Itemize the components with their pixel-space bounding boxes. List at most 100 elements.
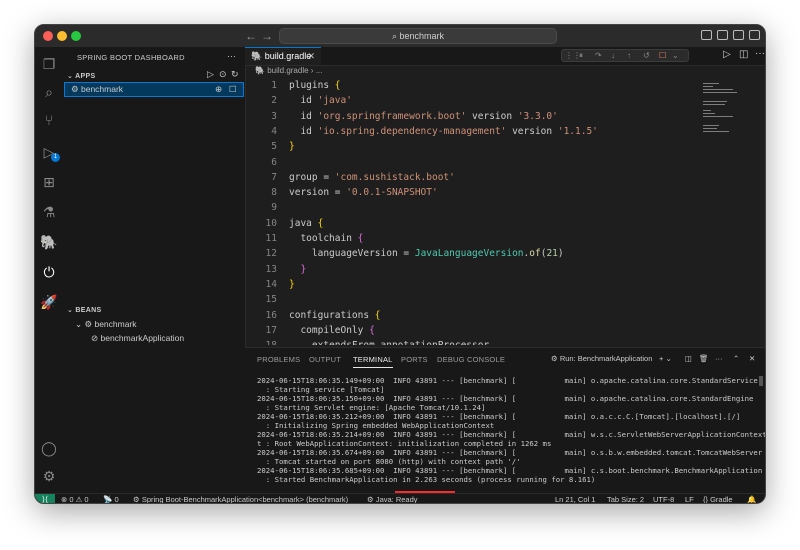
line-content: toolchain { [289, 233, 364, 244]
code-line[interactable]: 11 toolchain { [245, 231, 765, 246]
more-actions-icon[interactable]: ··· [755, 48, 765, 59]
new-terminal-icon[interactable]: + ⌄ [659, 354, 672, 363]
code-line[interactable]: 12 languageVersion = JavaLanguageVersion… [245, 246, 765, 261]
code-line[interactable]: 18 extendsFrom annotationProcessor [245, 338, 765, 345]
eol[interactable]: LF [685, 494, 694, 503]
encoding[interactable]: UTF-8 [653, 494, 674, 503]
line-content: } [289, 141, 295, 153]
testing-icon[interactable]: ⚗ [35, 201, 63, 223]
run-debug-icon[interactable]: ▷ 1 [35, 141, 63, 163]
bell-icon[interactable]: 🔔 [747, 494, 756, 503]
bean-icon: ⊘ [91, 333, 101, 343]
minimize-window-button[interactable] [57, 31, 67, 41]
more-actions-icon[interactable]: ··· [227, 51, 236, 61]
refresh-icon[interactable]: ↻ [231, 69, 239, 80]
tab-size[interactable]: Tab Size: 2 [607, 494, 644, 503]
code-line[interactable]: 4 id 'io.spring.dependency-management' v… [245, 124, 765, 139]
tab-output[interactable]: OUTPUT [309, 355, 341, 364]
terminal-selector[interactable]: ⚙ Run: BenchmarkApplication [551, 354, 652, 363]
code-line[interactable]: 14} [245, 277, 765, 292]
toggle-secondary-sidebar-icon[interactable] [733, 30, 744, 40]
zoom-window-button[interactable] [71, 31, 81, 41]
trash-icon[interactable]: 🗑 [699, 354, 709, 363]
tab-debug-console[interactable]: DEBUG CONSOLE [437, 355, 505, 364]
code-line[interactable]: 13 } [245, 262, 765, 277]
remote-indicator-icon[interactable]: ⟩⟨ [35, 494, 55, 503]
code-line[interactable]: 5} [245, 139, 765, 154]
stop-icon[interactable]: ☐ [659, 50, 666, 61]
step-out-icon[interactable]: ↑ [627, 50, 631, 61]
vscode-window: ← → ⌕ benchmark ❐ ⌕ ⑂ ▷ 1 ⊞ ⚗ 🐘 ⏻ 🚀 ◯ ⚙ S… [34, 24, 766, 504]
code-line[interactable]: 17 compileOnly { [245, 323, 765, 338]
chevron-down-icon[interactable]: ⌄ [672, 50, 679, 61]
code-line[interactable]: 15 [245, 292, 765, 307]
arrow-right-icon[interactable]: → [261, 28, 273, 44]
ports-indicator[interactable]: 📡 0 [103, 494, 119, 503]
toggle-primary-sidebar-icon[interactable] [701, 30, 712, 40]
code-line[interactable]: 1 plugins { [245, 78, 765, 93]
code-editor[interactable]: 1 plugins {2 id 'java' 3 id 'org.springfra… [245, 77, 765, 345]
split-editor-icon[interactable]: ◫ [739, 49, 748, 60]
breadcrumb-file[interactable]: build.gradle [267, 66, 308, 75]
breadcrumb-more[interactable]: ... [316, 66, 323, 75]
maximize-panel-icon[interactable]: ⌃ [733, 354, 739, 363]
code-line[interactable]: 16 configurations { [245, 308, 765, 323]
code-line[interactable]: 7 group = 'com.sushistack.boot' [245, 170, 765, 185]
source-control-icon[interactable]: ⑂ [35, 109, 63, 131]
code-line[interactable]: 2 id 'java' [245, 93, 765, 108]
customize-layout-icon[interactable] [749, 30, 760, 40]
spring-boot-icon[interactable]: ⏻ [35, 261, 63, 283]
run-status[interactable]: ⚙ Spring Boot-BenchmarkApplication<bench… [133, 494, 348, 503]
pause-icon[interactable]: ⏸ [579, 50, 583, 61]
toggle-panel-icon[interactable] [717, 30, 728, 40]
close-tab-icon[interactable]: ✕ [307, 48, 315, 65]
line-number: 8 [271, 187, 277, 199]
gradle-icon[interactable]: 🐘 [35, 231, 63, 253]
command-center-search[interactable]: ⌕ benchmark [279, 28, 557, 44]
beans-group-benchmark[interactable]: ⌄ ⚙ benchmark [65, 318, 243, 331]
java-status[interactable]: ⚙ Java: Ready [367, 494, 418, 503]
tab-build-gradle[interactable]: 🐘 build.gradle ✕ [245, 47, 321, 65]
bean-item-benchmarkapplication[interactable]: ⊘ benchmarkApplication [65, 332, 243, 345]
problems-indicator[interactable]: ⊗ 0 ⚠ 0 [61, 494, 89, 503]
chevron-down-icon: ⌄ [75, 319, 85, 329]
code-line[interactable]: 8 version = '0.0.1-SNAPSHOT' [245, 185, 765, 200]
apps-section-header[interactable]: ⌄ APPS [67, 72, 95, 80]
close-window-button[interactable] [43, 31, 53, 41]
terminal-scrollbar[interactable] [759, 376, 763, 386]
stop-app-icon[interactable]: ☐ [229, 83, 237, 96]
explorer-icon[interactable]: ❐ [35, 53, 63, 75]
restart-icon[interactable]: ↺ [643, 50, 650, 61]
open-browser-icon[interactable]: ⊕ [215, 83, 222, 96]
close-panel-icon[interactable]: ✕ [749, 354, 755, 363]
split-terminal-icon[interactable]: ◫ [685, 354, 692, 363]
more-actions-icon[interactable]: ··· [715, 354, 723, 363]
step-into-icon[interactable]: ↓ [611, 50, 615, 61]
terminal-line: t : Root WebApplicationContext: initiali… [257, 439, 552, 448]
language-mode[interactable]: {} Gradle [703, 494, 733, 503]
line-number: 14 [265, 278, 277, 290]
tab-ports[interactable]: PORTS [401, 355, 428, 364]
app-item-benchmark[interactable]: ⚙ benchmark ⊕ ☐ [64, 82, 244, 97]
step-over-icon[interactable]: ↷ [595, 50, 602, 61]
run-file-icon[interactable]: ▷ [723, 49, 731, 60]
debug-all-icon[interactable]: ⊙ [219, 69, 227, 80]
extensions-icon[interactable]: ⊞ [35, 171, 63, 193]
minimap[interactable] [703, 81, 743, 141]
code-line[interactable]: 6 [245, 155, 765, 170]
line-number: 6 [271, 156, 277, 168]
beans-section-header[interactable]: ⌄ BEANS [67, 306, 101, 314]
tab-problems[interactable]: PROBLEMS [257, 355, 300, 364]
rocket-icon[interactable]: 🚀 [35, 291, 63, 313]
code-line[interactable]: 3 id 'org.springframework.boot' version … [245, 109, 765, 124]
arrow-left-icon[interactable]: ← [245, 28, 257, 44]
code-line[interactable]: 10 java { [245, 216, 765, 231]
tab-terminal[interactable]: TERMINAL [353, 355, 393, 368]
cursor-position[interactable]: Ln 21, Col 1 [555, 494, 595, 503]
run-all-icon[interactable]: ▷ [207, 69, 214, 80]
search-icon[interactable]: ⌕ [35, 81, 63, 103]
account-icon[interactable]: ◯ [35, 437, 63, 459]
settings-icon[interactable]: ⚙ [35, 465, 63, 487]
code-line[interactable]: 9 [245, 200, 765, 215]
terminal-line: 2024-06-15T18:06:35.214+09:00 INFO 43891… [257, 430, 766, 439]
